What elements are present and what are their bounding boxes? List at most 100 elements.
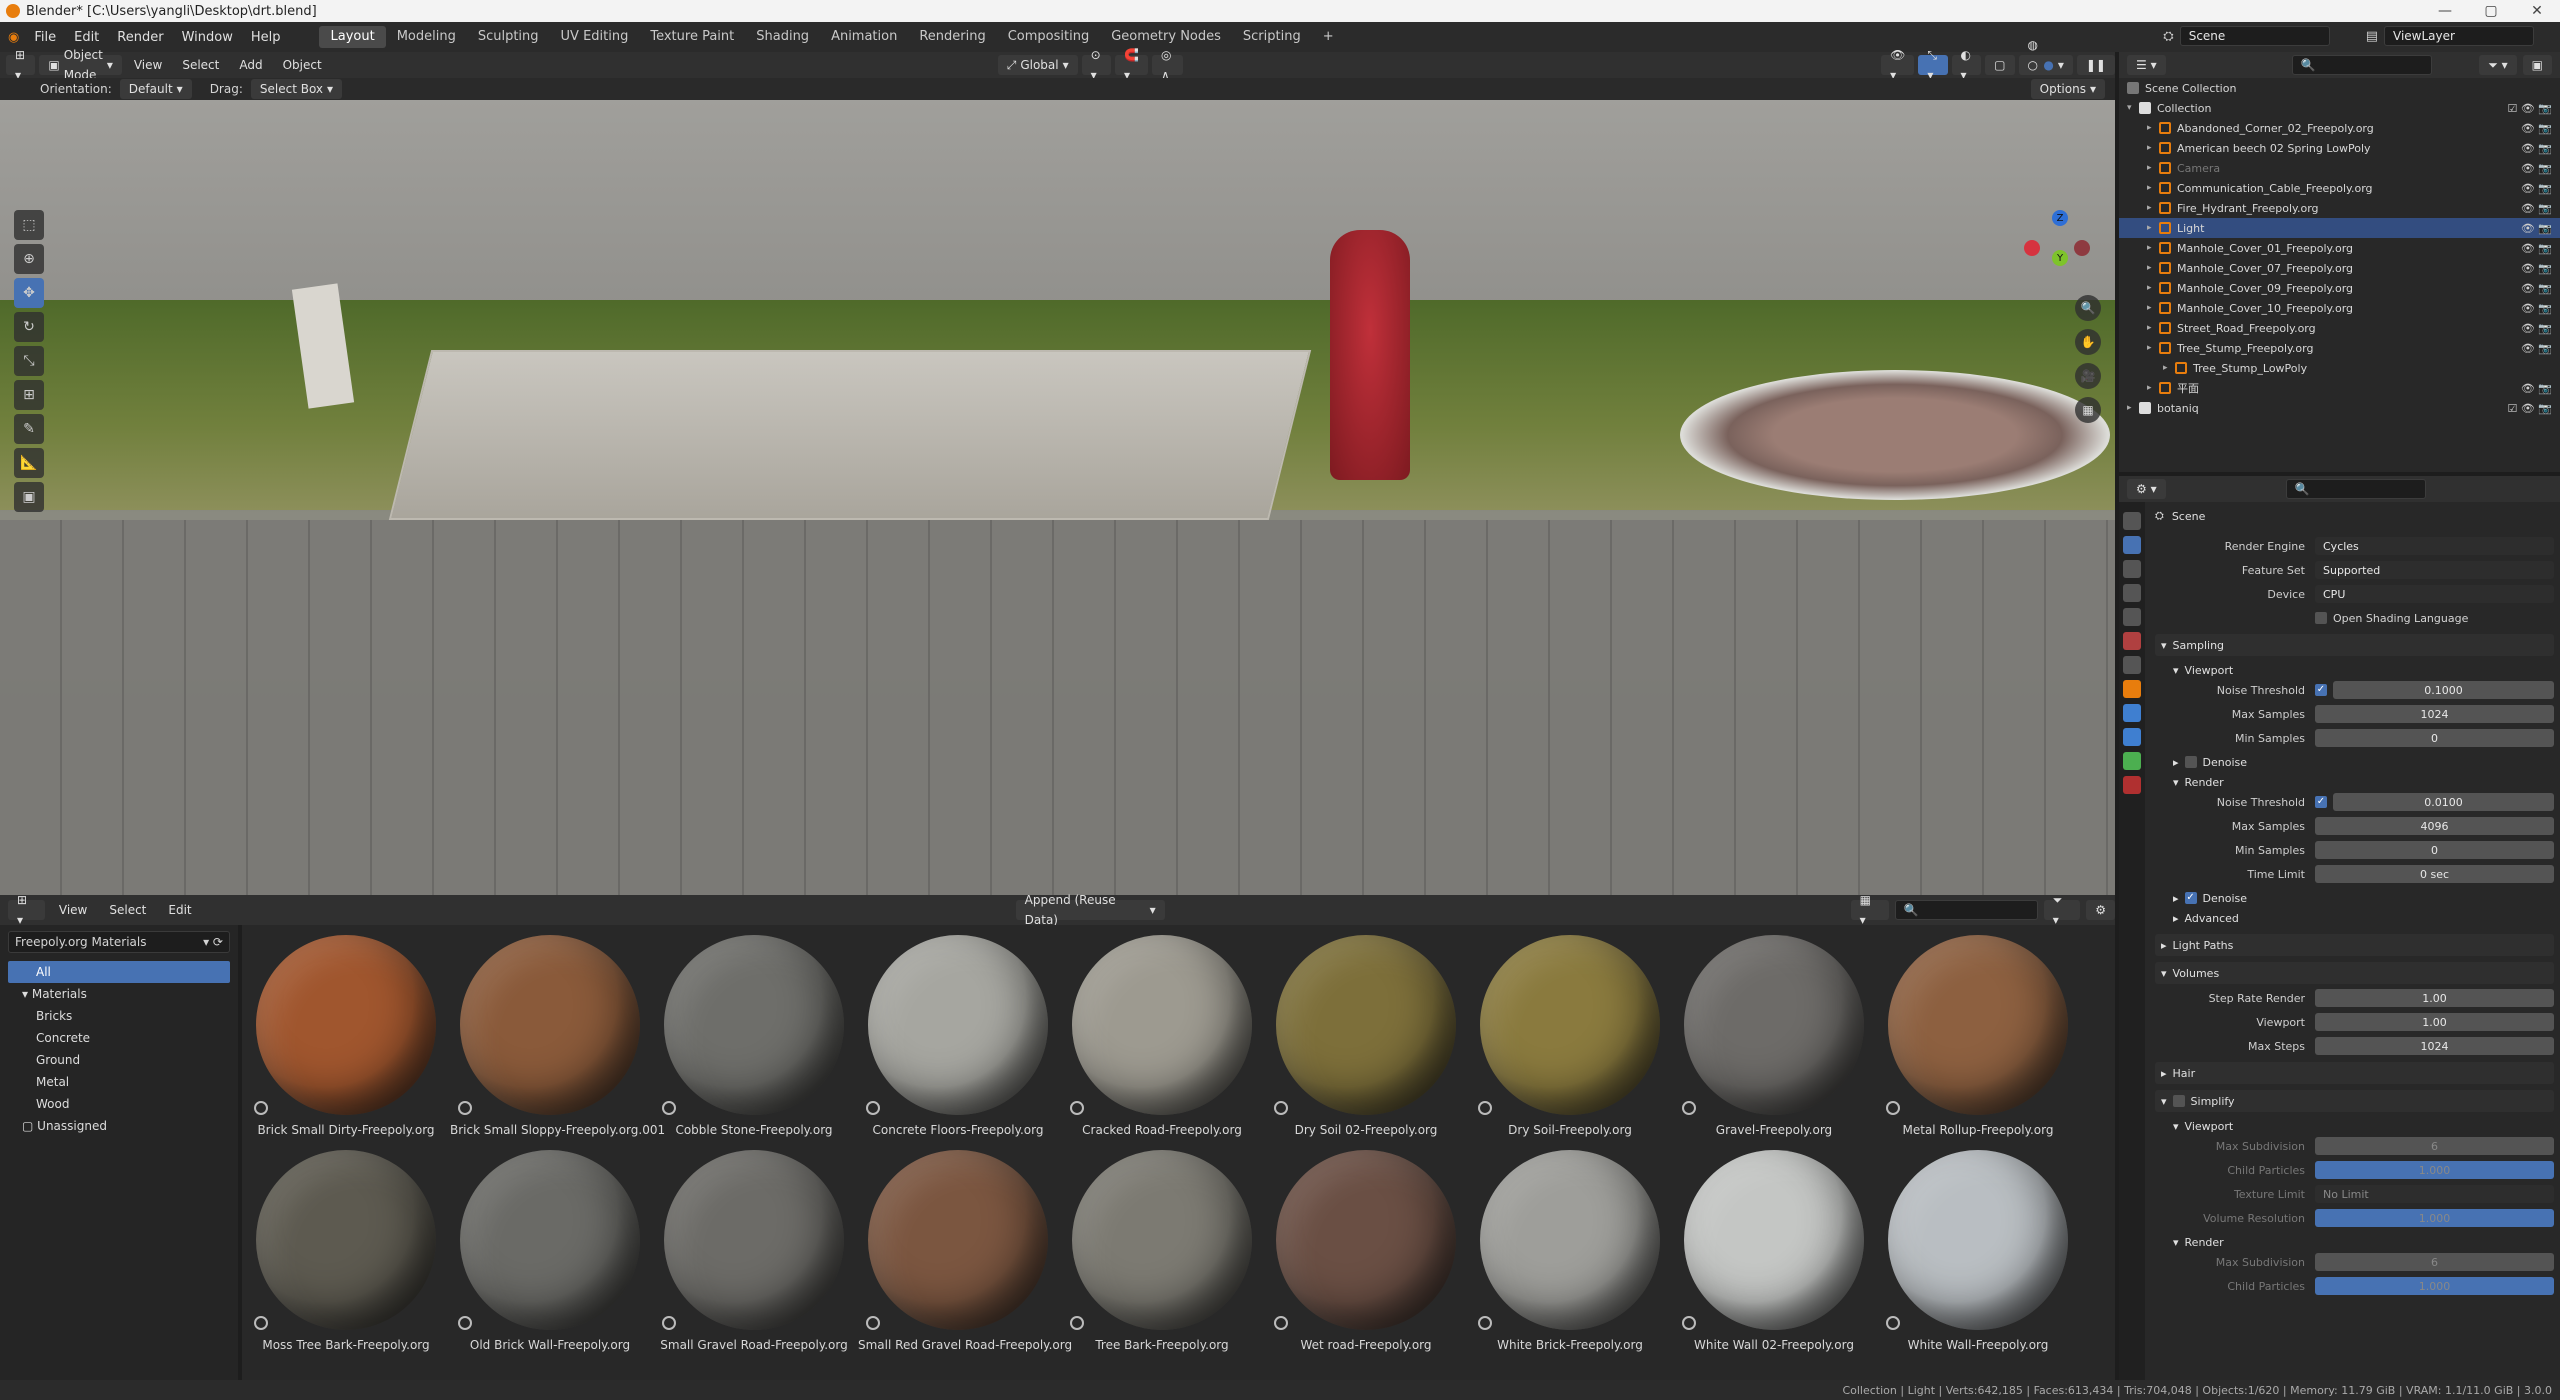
collection-row[interactable]: ▾ Collection ☑ 👁 📷 [2119,98,2560,118]
viewport-subpanel[interactable]: ▾ Viewport [2155,660,2554,680]
select-box-tool-icon[interactable]: ⬚ [14,210,44,240]
r-child-field[interactable]: 1.000 [2315,1277,2554,1295]
asset-item[interactable]: Dry Soil-Freepoly.org [1470,929,1670,1139]
expand-icon[interactable]: ▸ [2147,283,2159,293]
tab-rendering[interactable]: Rendering [908,26,996,48]
catalog-all[interactable]: All [8,961,230,983]
transform-orientation-button[interactable]: ⤢ Global ▾ [997,55,1078,75]
simplify-viewport-subpanel[interactable]: ▾ Viewport [2155,1116,2554,1136]
import-method-dropdown[interactable]: Append (Reuse Data) ▾ [1015,893,1165,927]
asset-item[interactable]: White Wall-Freepoly.org [1878,1144,2078,1354]
proportional-edit-button[interactable]: ◎ ∧ [1151,48,1184,82]
vp-noise-checkbox[interactable]: ✓ [2315,684,2327,696]
minimize-icon[interactable]: — [2422,0,2468,22]
camera-view-icon[interactable]: 🎥 [2075,363,2101,389]
overlay-toggle-button[interactable]: ◐ ▾ [1951,48,1982,82]
expand-icon[interactable]: ▸ [2147,343,2159,353]
simplify-panel[interactable]: ▾ Simplify [2155,1090,2554,1112]
ab-menu-view[interactable]: View [51,900,95,920]
asset-search-input[interactable]: 🔍 [1894,900,2038,920]
visibility-toggles[interactable]: 👁 📷 [2521,242,2560,255]
outliner-row[interactable]: ▸ Light 👁 📷 [2119,218,2560,238]
object-tab-icon[interactable] [2123,680,2141,698]
y-axis-icon[interactable]: Y [2052,250,2068,266]
x-axis-icon[interactable] [2024,240,2040,256]
menu-object[interactable]: Object [275,55,330,75]
visibility-toggles[interactable]: 👁 📷 [2521,262,2560,275]
tab-animation[interactable]: Animation [820,26,908,48]
3d-viewport[interactable]: ⬚ ⊕ ✥ ↻ ⤡ ⊞ ✎ 📐 ▣ Z Y 🔍 ✋ 🎥 ▦ [0,100,2115,895]
asset-item[interactable]: Old Brick Wall-Freepoly.org [450,1144,650,1354]
outliner-row[interactable]: ▸ Manhole_Cover_07_Freepoly.org 👁 📷 [2119,258,2560,278]
filter-icon[interactable]: ⏷ ▾ [2043,893,2081,927]
r-denoise-subpanel[interactable]: ▸ ✓ Denoise [2155,888,2554,908]
physics-tab-icon[interactable] [2123,704,2141,722]
render-tab-icon[interactable] [2123,536,2141,554]
close-icon[interactable]: ✕ [2514,0,2560,22]
time-limit-field[interactable]: 0 sec [2315,865,2554,883]
catalog-unassigned[interactable]: ▢ Unassigned [8,1115,230,1137]
visibility-toggles[interactable]: 👁 📷 [2521,302,2560,315]
data-tab-icon[interactable] [2123,752,2141,770]
asset-settings-gear-icon[interactable]: ⚙ [2086,900,2115,920]
move-tool-icon[interactable]: ✥ [14,278,44,308]
visibility-toggles[interactable]: 👁 📷 [2521,322,2560,335]
catalog-concrete[interactable]: Concrete [8,1027,230,1049]
constraints-tab-icon[interactable] [2123,728,2141,746]
menu-render[interactable]: Render [108,30,172,45]
child-particles-field[interactable]: 1.000 [2315,1161,2554,1179]
options-button[interactable]: Options ▾ [2030,79,2105,99]
r-noise-checkbox[interactable]: ✓ [2315,796,2327,808]
vp-denoise-checkbox[interactable] [2184,756,2197,768]
max-steps-field[interactable]: 1024 [2315,1037,2554,1055]
asset-library-dropdown[interactable]: Freepoly.org Materials ▾ ⟳ [8,931,230,953]
add-cube-tool-icon[interactable]: ▣ [14,482,44,512]
asset-item[interactable]: Cracked Road-Freepoly.org [1062,929,1262,1139]
r-max-sub-field[interactable]: 6 [2315,1253,2554,1271]
pause-render-button[interactable]: ❚❚ [2076,55,2115,75]
advanced-subpanel[interactable]: ▸ Advanced [2155,908,2554,928]
outliner-row[interactable]: ▸ Manhole_Cover_10_Freepoly.org 👁 📷 [2119,298,2560,318]
expand-icon[interactable]: ▸ [2147,143,2159,153]
world-tab-icon[interactable] [2123,632,2141,650]
asset-item[interactable]: Wet road-Freepoly.org [1266,1144,1466,1354]
outliner-filter-icon[interactable]: ⏷ ▾ [2479,55,2517,75]
outliner-row-botaniq[interactable]: ▸ botaniq ☑ 👁 📷 [2119,398,2560,418]
asset-item[interactable]: Metal Rollup-Freepoly.org [1878,929,2078,1139]
feature-set-dropdown[interactable]: Supported [2315,561,2554,579]
asset-item[interactable]: Tree Bark-Freepoly.org [1062,1144,1262,1354]
render-subpanel[interactable]: ▾ Render [2155,772,2554,792]
r-denoise-checkbox[interactable]: ✓ [2184,892,2197,904]
snap-button[interactable]: 🧲 ▾ [1115,48,1148,82]
tab-scripting[interactable]: Scripting [1232,26,1312,48]
zoom-icon[interactable]: 🔍 [2075,295,2101,321]
expand-icon[interactable]: ▸ [2147,223,2159,233]
visibility-toggles[interactable]: 👁 📷 [2521,222,2560,235]
new-collection-icon[interactable]: ▣ [2522,55,2552,75]
grid-view-icon[interactable]: ▦ [2075,397,2101,423]
outliner-row[interactable]: ▸ Fire_Hydrant_Freepoly.org 👁 📷 [2119,198,2560,218]
r-max-field[interactable]: 4096 [2315,817,2554,835]
asset-item[interactable]: Small Gravel Road-Freepoly.org [654,1144,854,1354]
annotate-tool-icon[interactable]: ✎ [14,414,44,444]
visibility-toggles[interactable]: 👁 📷 [2521,162,2560,175]
asset-item[interactable]: Small Red Gravel Road-Freepoly.org [858,1144,1072,1354]
outliner-row[interactable]: ▸ Camera 👁 📷 [2119,158,2560,178]
expand-icon[interactable]: ▸ [2147,203,2159,213]
properties-editor-type-button[interactable]: ⚙ ▾ [2127,479,2166,499]
properties-search-input[interactable]: 🔍 [2285,479,2426,499]
outliner-row[interactable]: ▸ Manhole_Cover_09_Freepoly.org 👁 📷 [2119,278,2560,298]
menu-file[interactable]: File [25,30,65,45]
hair-panel[interactable]: ▸ Hair [2155,1062,2554,1084]
z-axis-icon[interactable]: Z [2052,210,2068,226]
tab-sculpting[interactable]: Sculpting [467,26,550,48]
render-engine-dropdown[interactable]: Cycles [2315,537,2554,555]
texture-limit-dropdown[interactable]: No Limit [2315,1185,2554,1203]
device-dropdown[interactable]: CPU [2315,585,2554,603]
max-sub-field[interactable]: 6 [2315,1137,2554,1155]
tab-shading[interactable]: Shading [745,26,820,48]
outliner-row[interactable]: ▸ Abandoned_Corner_02_Freepoly.org 👁 📷 [2119,118,2560,138]
view-layer-tab-icon[interactable] [2123,584,2141,602]
asset-item[interactable]: Gravel-Freepoly.org [1674,929,1874,1139]
asset-item[interactable]: Cobble Stone-Freepoly.org [654,929,854,1139]
